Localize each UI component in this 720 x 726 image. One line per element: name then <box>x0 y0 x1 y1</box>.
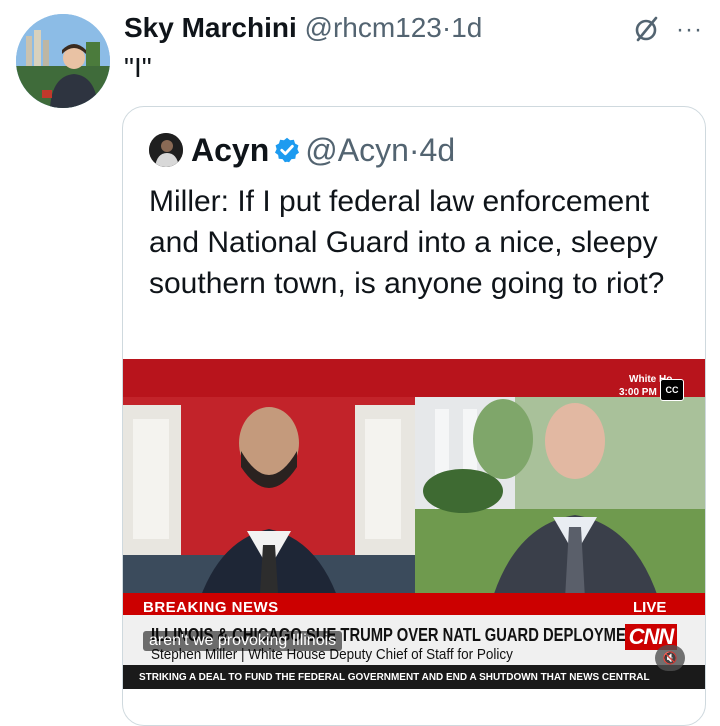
quoted-text: Miller: If I put federal law enforcement… <box>149 185 665 300</box>
author-handle[interactable]: @rhcm123 <box>305 12 442 43</box>
header-separator: · <box>441 12 452 43</box>
news-ticker: STRIKING A DEAL TO FUND THE FEDERAL GOVE… <box>139 671 650 683</box>
closed-captions-button[interactable]: CC <box>660 379 684 401</box>
breaking-news-label: BREAKING NEWS <box>143 599 279 616</box>
tweet-header: Sky Marchini @rhcm123·1d <box>124 10 482 46</box>
more-icon[interactable]: ··· <box>676 16 703 44</box>
quoted-author-avatar[interactable] <box>149 133 183 167</box>
quoted-header: Acyn @Acyn·4d <box>191 131 455 169</box>
tweet-timestamp[interactable]: 1d <box>451 12 482 43</box>
grok-icon[interactable] <box>632 14 662 44</box>
live-label: LIVE <box>633 599 667 616</box>
author-avatar[interactable] <box>16 14 110 108</box>
verified-badge-icon <box>275 137 300 163</box>
tweet-text: "I" <box>124 52 152 83</box>
quoted-author-handle[interactable]: @Acyn <box>305 132 409 168</box>
video-subtitle: aren't we provoking Illinois <box>143 631 343 651</box>
quoted-author-name[interactable]: Acyn <box>191 132 269 168</box>
quoted-separator: · <box>408 132 420 168</box>
author-name[interactable]: Sky Marchini <box>124 12 297 43</box>
video-player[interactable]: White Ho 3:00 PM ET CC BREAKING NEWS LIV… <box>123 359 705 689</box>
muted-speaker-icon[interactable]: 🔇 <box>655 645 685 671</box>
quoted-timestamp[interactable]: 4d <box>420 132 456 168</box>
quoted-tweet[interactable]: Acyn @Acyn·4d Miller: If I put federal l… <box>122 106 706 726</box>
